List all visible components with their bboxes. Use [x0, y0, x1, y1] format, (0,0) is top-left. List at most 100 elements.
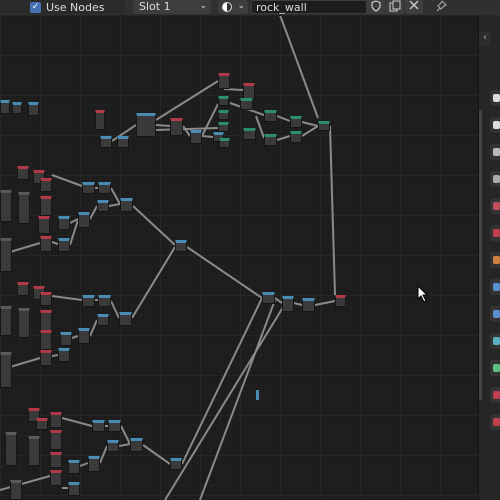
unlink-material-button[interactable]: [405, 0, 423, 14]
node-editor-header: ✓ Use Nodes Slot 1 ⌄ ⌄ rock_wall: [0, 0, 500, 16]
shader-node[interactable]: [68, 460, 80, 474]
shader-node[interactable]: [78, 328, 90, 344]
shader-node[interactable]: [40, 310, 52, 332]
shader-node[interactable]: [50, 412, 62, 428]
shader-node[interactable]: [97, 314, 109, 326]
shader-node[interactable]: [40, 330, 52, 350]
shader-node[interactable]: [58, 216, 70, 230]
shader-node[interactable]: [302, 298, 315, 312]
shader-node[interactable]: [290, 116, 302, 128]
shader-node[interactable]: [243, 83, 255, 99]
shader-node[interactable]: [17, 166, 29, 180]
shader-node[interactable]: [170, 118, 183, 136]
shader-node[interactable]: [40, 196, 52, 216]
shader-node[interactable]: [218, 73, 230, 89]
material-name-field[interactable]: rock_wall: [251, 0, 367, 14]
shader-node[interactable]: [318, 121, 330, 131]
shader-node[interactable]: [218, 122, 229, 132]
checkmark-icon[interactable]: ✓: [30, 1, 41, 13]
data-tab[interactable]: [490, 387, 500, 403]
shader-node[interactable]: [0, 190, 12, 222]
shader-node[interactable]: [0, 352, 12, 388]
shader-node[interactable]: [100, 136, 112, 148]
shader-node[interactable]: [36, 418, 48, 430]
shader-node[interactable]: [5, 432, 17, 466]
shader-node[interactable]: [120, 198, 133, 212]
shader-node[interactable]: [58, 238, 70, 252]
shader-node[interactable]: [218, 110, 229, 120]
shader-node[interactable]: [219, 138, 230, 148]
shader-node[interactable]: [264, 134, 277, 146]
shader-node[interactable]: [50, 452, 62, 468]
shader-node[interactable]: [136, 113, 156, 137]
shader-node[interactable]: [50, 470, 62, 486]
shader-node[interactable]: [108, 420, 121, 432]
scrollbar[interactable]: [479, 110, 482, 400]
shader-node[interactable]: [28, 102, 39, 116]
shader-node[interactable]: [243, 128, 256, 140]
shader-node[interactable]: [38, 216, 50, 234]
pin-button[interactable]: [432, 0, 450, 14]
shader-node[interactable]: [82, 182, 95, 194]
render-tab[interactable]: [490, 117, 500, 133]
shader-node[interactable]: [12, 102, 22, 114]
shader-node[interactable]: [98, 295, 111, 307]
shader-node[interactable]: [119, 312, 132, 326]
output-tab[interactable]: [490, 144, 500, 160]
material-tab[interactable]: [490, 414, 500, 430]
scene-tab[interactable]: [490, 198, 500, 214]
shader-node[interactable]: [18, 192, 30, 224]
shader-node[interactable]: [40, 178, 52, 192]
shader-node[interactable]: [95, 110, 105, 130]
shader-node[interactable]: [50, 430, 62, 450]
modifier-tab[interactable]: [490, 279, 500, 295]
shader-node[interactable]: [88, 456, 100, 472]
shader-node[interactable]: [78, 212, 90, 228]
shader-node[interactable]: [262, 292, 275, 304]
shader-node[interactable]: [98, 182, 111, 194]
node-canvas[interactable]: [0, 15, 478, 500]
shader-node[interactable]: [0, 238, 12, 272]
shader-node[interactable]: [17, 282, 29, 296]
shader-node[interactable]: [58, 348, 70, 362]
duplicate-material-button[interactable]: [386, 0, 404, 14]
view-layer-tab[interactable]: [490, 171, 500, 187]
physics-tab[interactable]: [490, 333, 500, 349]
shader-node[interactable]: [82, 295, 95, 307]
fake-user-button[interactable]: [367, 0, 385, 14]
chevron-left-icon[interactable]: ‹: [479, 32, 491, 46]
shader-node[interactable]: [40, 350, 52, 366]
shader-node[interactable]: [0, 306, 12, 336]
tool-tab[interactable]: [490, 90, 500, 106]
shader-node[interactable]: [130, 438, 143, 452]
material-browse-button[interactable]: ⌄: [218, 0, 248, 14]
shader-node[interactable]: [97, 200, 109, 212]
shader-node[interactable]: [18, 308, 30, 338]
shader-node[interactable]: [10, 480, 22, 500]
constraints-tab[interactable]: [490, 360, 500, 376]
shader-node[interactable]: [335, 295, 346, 307]
shader-node[interactable]: [0, 100, 10, 114]
shader-node[interactable]: [282, 296, 294, 312]
shader-node[interactable]: [60, 332, 72, 346]
shader-node[interactable]: [68, 482, 80, 496]
shader-node[interactable]: [107, 440, 119, 452]
shader-node[interactable]: [92, 420, 105, 432]
shader-node[interactable]: [170, 458, 182, 470]
world-tab[interactable]: [490, 225, 500, 241]
shader-node[interactable]: [190, 130, 202, 144]
material-slot-dropdown[interactable]: Slot 1 ⌄: [133, 0, 211, 14]
shader-node[interactable]: [175, 240, 187, 252]
shader-node[interactable]: [40, 236, 52, 252]
object-tab[interactable]: [490, 252, 500, 268]
shader-node[interactable]: [290, 131, 302, 143]
shader-node[interactable]: [218, 96, 229, 106]
shader-node[interactable]: [117, 136, 129, 148]
use-nodes-toggle[interactable]: ✓ Use Nodes: [0, 0, 125, 14]
shader-node[interactable]: [40, 292, 52, 306]
scene-tab-icon: [493, 202, 500, 210]
shader-node[interactable]: [28, 436, 40, 466]
shader-node[interactable]: [264, 110, 277, 122]
shader-node[interactable]: [240, 98, 253, 110]
particles-tab[interactable]: [490, 306, 500, 322]
